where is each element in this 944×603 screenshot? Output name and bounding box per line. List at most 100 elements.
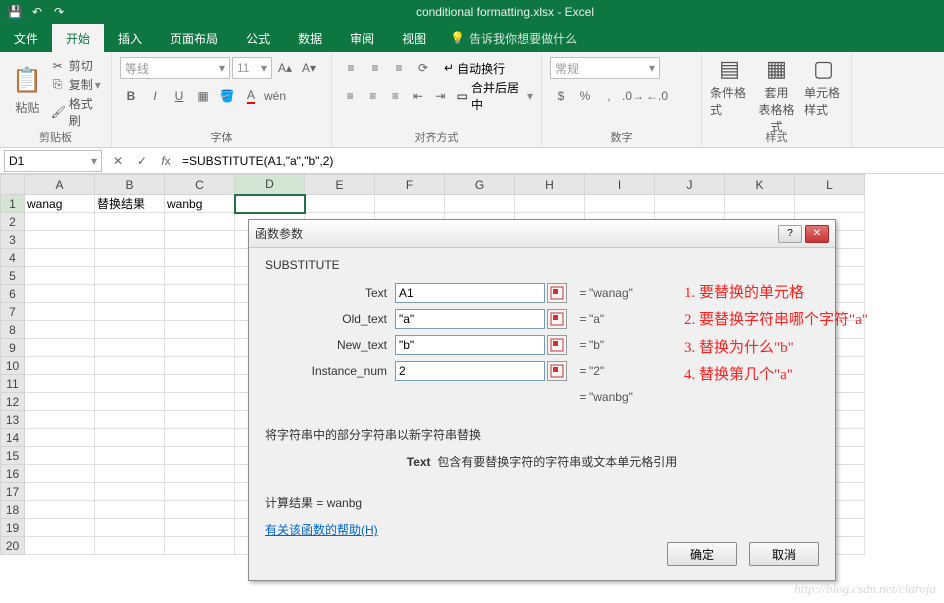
row-header[interactable]: 15 (1, 447, 25, 465)
row-header[interactable]: 9 (1, 339, 25, 357)
fx-icon[interactable]: fx (154, 154, 178, 168)
tab-home[interactable]: 开始 (52, 24, 104, 52)
row-header[interactable]: 6 (1, 285, 25, 303)
select-all-corner[interactable] (1, 175, 25, 195)
col-header[interactable]: B (95, 175, 165, 195)
table-format-button[interactable]: ▦套用 表格格式 (757, 56, 796, 126)
italic-icon[interactable]: I (144, 85, 166, 107)
row-header[interactable]: 2 (1, 213, 25, 231)
row-header[interactable]: 8 (1, 321, 25, 339)
tell-me[interactable]: 💡告诉我你想要做什么 (450, 24, 577, 52)
row-header[interactable]: 4 (1, 249, 25, 267)
currency-icon[interactable]: $ (550, 85, 572, 107)
indent-inc-icon[interactable]: ⇥ (430, 85, 451, 107)
tab-formula[interactable]: 公式 (232, 24, 284, 52)
number-format-combo[interactable]: 常规▾ (550, 57, 660, 79)
row-header[interactable]: 20 (1, 537, 25, 555)
tab-layout[interactable]: 页面布局 (156, 24, 232, 52)
underline-icon[interactable]: U (168, 85, 190, 107)
tab-review[interactable]: 审阅 (336, 24, 388, 52)
row-header[interactable]: 16 (1, 465, 25, 483)
row-header[interactable]: 7 (1, 303, 25, 321)
tab-data[interactable]: 数据 (284, 24, 336, 52)
font-color-icon[interactable]: A (240, 85, 262, 107)
row-header[interactable]: 18 (1, 501, 25, 519)
col-header[interactable]: H (515, 175, 585, 195)
align-bottom-icon[interactable]: ≡ (388, 57, 410, 79)
align-center-icon[interactable]: ≡ (363, 85, 384, 107)
font-size-combo[interactable]: 11▾ (232, 57, 272, 79)
align-right-icon[interactable]: ≡ (385, 85, 406, 107)
merge-button[interactable]: ▭合并后居中▾ (457, 79, 533, 113)
align-middle-icon[interactable]: ≡ (364, 57, 386, 79)
close-button[interactable]: ✕ (805, 225, 829, 243)
range-selector-icon[interactable] (547, 283, 567, 303)
enter-formula-icon[interactable]: ✓ (130, 154, 154, 168)
row-header[interactable]: 1 (1, 195, 25, 213)
col-header[interactable]: A (25, 175, 95, 195)
help-link[interactable]: 有关该函数的帮助(H) (265, 521, 378, 538)
bold-icon[interactable]: B (120, 85, 142, 107)
col-header[interactable]: C (165, 175, 235, 195)
dec-decimal-icon[interactable]: ←.0 (646, 85, 668, 107)
row-header[interactable]: 13 (1, 411, 25, 429)
row-header[interactable]: 3 (1, 231, 25, 249)
col-header[interactable]: I (585, 175, 655, 195)
col-header[interactable]: D (235, 175, 305, 195)
font-name-combo[interactable]: 等线▾ (120, 57, 230, 79)
param-input[interactable]: "a" (395, 309, 545, 329)
percent-icon[interactable]: % (574, 85, 596, 107)
col-header[interactable]: J (655, 175, 725, 195)
cancel-formula-icon[interactable]: ✕ (106, 154, 130, 168)
col-header[interactable]: E (305, 175, 375, 195)
phonetic-icon[interactable]: wén (264, 85, 286, 107)
row-header[interactable]: 5 (1, 267, 25, 285)
align-left-icon[interactable]: ≡ (340, 85, 361, 107)
row-header[interactable]: 10 (1, 357, 25, 375)
cell[interactable]: wanag (25, 195, 95, 213)
param-input[interactable]: 2 (395, 361, 545, 381)
name-box[interactable]: D1▾ (4, 150, 102, 172)
col-header[interactable]: G (445, 175, 515, 195)
col-header[interactable]: L (795, 175, 865, 195)
undo-icon[interactable]: ↶ (26, 1, 48, 23)
indent-dec-icon[interactable]: ⇤ (408, 85, 429, 107)
tab-file[interactable]: 文件 (0, 24, 52, 52)
cell[interactable]: wanbg (165, 195, 235, 213)
col-header[interactable]: F (375, 175, 445, 195)
range-selector-icon[interactable] (547, 309, 567, 329)
ok-button[interactable]: 确定 (667, 542, 737, 566)
row-header[interactable]: 14 (1, 429, 25, 447)
cut-button[interactable]: ✂剪切 (51, 56, 103, 75)
shrink-font-icon[interactable]: A▾ (298, 57, 320, 79)
row-header[interactable]: 17 (1, 483, 25, 501)
inc-decimal-icon[interactable]: .0→ (622, 85, 644, 107)
redo-icon[interactable]: ↷ (48, 1, 70, 23)
save-icon[interactable]: 💾 (4, 1, 26, 23)
cancel-button[interactable]: 取消 (749, 542, 819, 566)
row-header[interactable]: 19 (1, 519, 25, 537)
param-input[interactable]: A1 (395, 283, 545, 303)
copy-button[interactable]: ⎘复制▾ (51, 75, 103, 94)
wrap-text-button[interactable]: ↵自动换行 (444, 60, 505, 77)
comma-icon[interactable]: , (598, 85, 620, 107)
orientation-icon[interactable]: ⟳ (412, 57, 434, 79)
range-selector-icon[interactable] (547, 335, 567, 355)
tab-view[interactable]: 视图 (388, 24, 440, 52)
dialog-title-bar[interactable]: 函数参数 ? ✕ (249, 220, 835, 248)
tab-insert[interactable]: 插入 (104, 24, 156, 52)
align-top-icon[interactable]: ≡ (340, 57, 362, 79)
format-painter-button[interactable]: 🖌格式刷 (51, 94, 103, 130)
cell-selected[interactable] (235, 195, 305, 213)
cond-format-button[interactable]: ▤条件格式 (710, 56, 749, 126)
formula-input[interactable]: =SUBSTITUTE(A1,"a","b",2) (178, 154, 944, 168)
fill-color-icon[interactable]: 🪣 (216, 85, 238, 107)
range-selector-icon[interactable] (547, 361, 567, 381)
param-input[interactable]: "b" (395, 335, 545, 355)
help-button[interactable]: ? (778, 225, 802, 243)
row-header[interactable]: 11 (1, 375, 25, 393)
paste-button[interactable]: 📋粘贴 (8, 56, 47, 126)
row-header[interactable]: 12 (1, 393, 25, 411)
col-header[interactable]: K (725, 175, 795, 195)
grow-font-icon[interactable]: A▴ (274, 57, 296, 79)
